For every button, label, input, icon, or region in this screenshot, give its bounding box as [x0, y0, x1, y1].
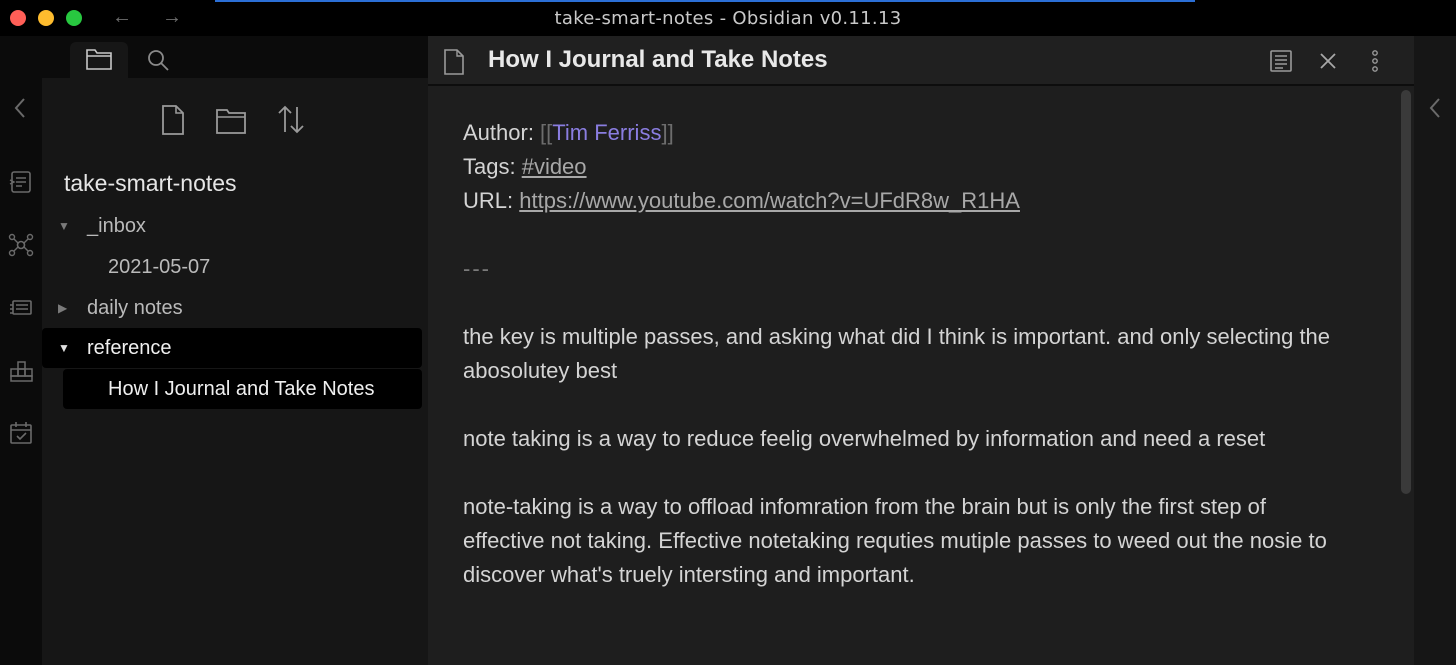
tags-label: Tags: [463, 154, 522, 179]
url-line: URL: https://www.youtube.com/watch?v=UFd… [463, 184, 1343, 218]
tab-search[interactable] [142, 44, 174, 76]
folder-reference[interactable]: ▼ reference [42, 328, 422, 368]
editor-header: How I Journal and Take Notes [428, 36, 1414, 86]
wikilink-open-bracket: [[ [540, 120, 553, 145]
url-link[interactable]: https://www.youtube.com/watch?v=UFdR8w_R… [519, 188, 1020, 213]
window-title: take-smart-notes - Obsidian v0.11.13 [554, 8, 902, 29]
sort-order-icon[interactable] [274, 102, 308, 138]
editor-scrollbar[interactable] [1398, 86, 1414, 665]
tab-file-explorer[interactable] [70, 42, 128, 78]
file-how-i-journal[interactable]: How I Journal and Take Notes [63, 369, 422, 409]
wikilink-close-bracket: ]] [661, 120, 674, 145]
right-sidebar-collapsed [1414, 36, 1456, 665]
url-label: URL: [463, 188, 520, 213]
new-note-icon[interactable] [156, 102, 190, 138]
file-explorer-actions [42, 102, 428, 138]
document-icon [442, 48, 466, 76]
file-label: How I Journal and Take Notes [108, 378, 375, 400]
expand-right-icon[interactable] [1422, 94, 1450, 122]
sidebar-tab-bar [42, 36, 428, 78]
file-label: 2021-05-07 [108, 256, 211, 278]
new-folder-icon[interactable] [214, 102, 248, 138]
command-palette-icon[interactable] [7, 168, 35, 196]
search-icon [148, 50, 169, 71]
editor-pane: How I Journal and Take Notes Author: [[T… [428, 36, 1414, 665]
file-2021-05-07[interactable]: 2021-05-07 [42, 247, 422, 287]
vault-name: take-smart-notes [64, 170, 237, 196]
scrollbar-thumb[interactable] [1401, 90, 1411, 494]
note-content[interactable]: Author: [[Tim Ferriss]] Tags: #video URL… [463, 116, 1343, 592]
title-bar: ← → take-smart-notes - Obsidian v0.11.13 [0, 0, 1456, 36]
folder-label: reference [87, 337, 172, 359]
note-title[interactable]: How I Journal and Take Notes [488, 46, 828, 74]
paragraph: note-taking is a way to offload infomrat… [463, 494, 1327, 587]
folder-icon [86, 49, 112, 70]
paragraph: the key is multiple passes, and asking w… [463, 324, 1331, 383]
author-wikilink[interactable]: Tim Ferriss [552, 120, 661, 145]
folder-inbox[interactable]: ▼ _inbox [42, 206, 422, 246]
calendar-icon[interactable] [7, 419, 35, 447]
folder-label: _inbox [87, 215, 146, 237]
paragraph: note taking is a way to reduce feelig ov… [463, 426, 1266, 451]
close-icon[interactable] [1314, 47, 1342, 75]
folder-label: daily notes [87, 297, 183, 319]
collapse-left-icon[interactable] [7, 94, 35, 122]
horizontal-rule: --- [463, 256, 491, 281]
expanded-arrow-icon[interactable]: ▼ [58, 206, 70, 246]
kanban-icon[interactable] [7, 357, 35, 385]
window-focus-line [215, 0, 1195, 2]
collapsed-arrow-icon[interactable]: ▶ [58, 288, 67, 328]
folder-daily-notes[interactable]: ▶ daily notes [42, 288, 422, 328]
left-ribbon [0, 36, 42, 665]
slides-icon[interactable] [7, 294, 35, 322]
graph-view-icon[interactable] [7, 231, 35, 259]
more-options-icon[interactable] [1361, 47, 1389, 75]
author-line: Author: [[Tim Ferriss]] [463, 116, 1343, 150]
preview-mode-icon[interactable] [1267, 47, 1295, 75]
tag-video[interactable]: #video [522, 154, 587, 179]
file-explorer-sidebar: take-smart-notes ▼ _inbox 2021-05-07 ▶ d… [42, 36, 428, 665]
expanded-arrow-icon[interactable]: ▼ [58, 328, 70, 368]
tags-line: Tags: #video [463, 150, 1343, 184]
author-label: Author: [463, 120, 541, 145]
